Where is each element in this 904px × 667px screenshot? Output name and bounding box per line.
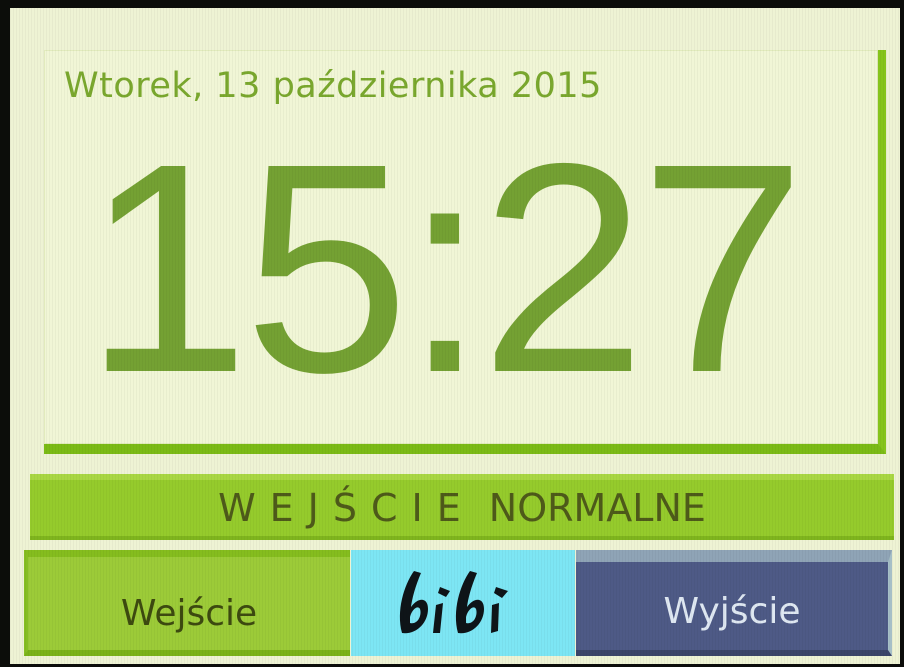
status-word-mode: WEJŚCIE	[218, 486, 475, 530]
time-display: 15:27	[84, 102, 806, 435]
exit-button-label: Wyjście	[663, 590, 801, 632]
brand-logo	[351, 550, 575, 656]
status-bar: WEJŚCIE NORMALNE	[30, 474, 894, 540]
clock-panel: Wtorek, 13 października 2015 15:27	[44, 50, 886, 454]
enter-button[interactable]: Wejście	[24, 550, 350, 656]
date-label: Wtorek, 13 października 2015	[64, 66, 602, 106]
enter-button-label: Wejście	[120, 593, 258, 634]
brand-logo-icon	[399, 571, 508, 634]
status-word-state: NORMALNE	[488, 486, 706, 530]
status-label: WEJŚCIE NORMALNE	[218, 486, 706, 530]
terminal-screen: Wtorek, 13 października 2015 15:27 WEJŚC…	[10, 8, 900, 664]
exit-button[interactable]: Wyjście	[576, 550, 892, 656]
